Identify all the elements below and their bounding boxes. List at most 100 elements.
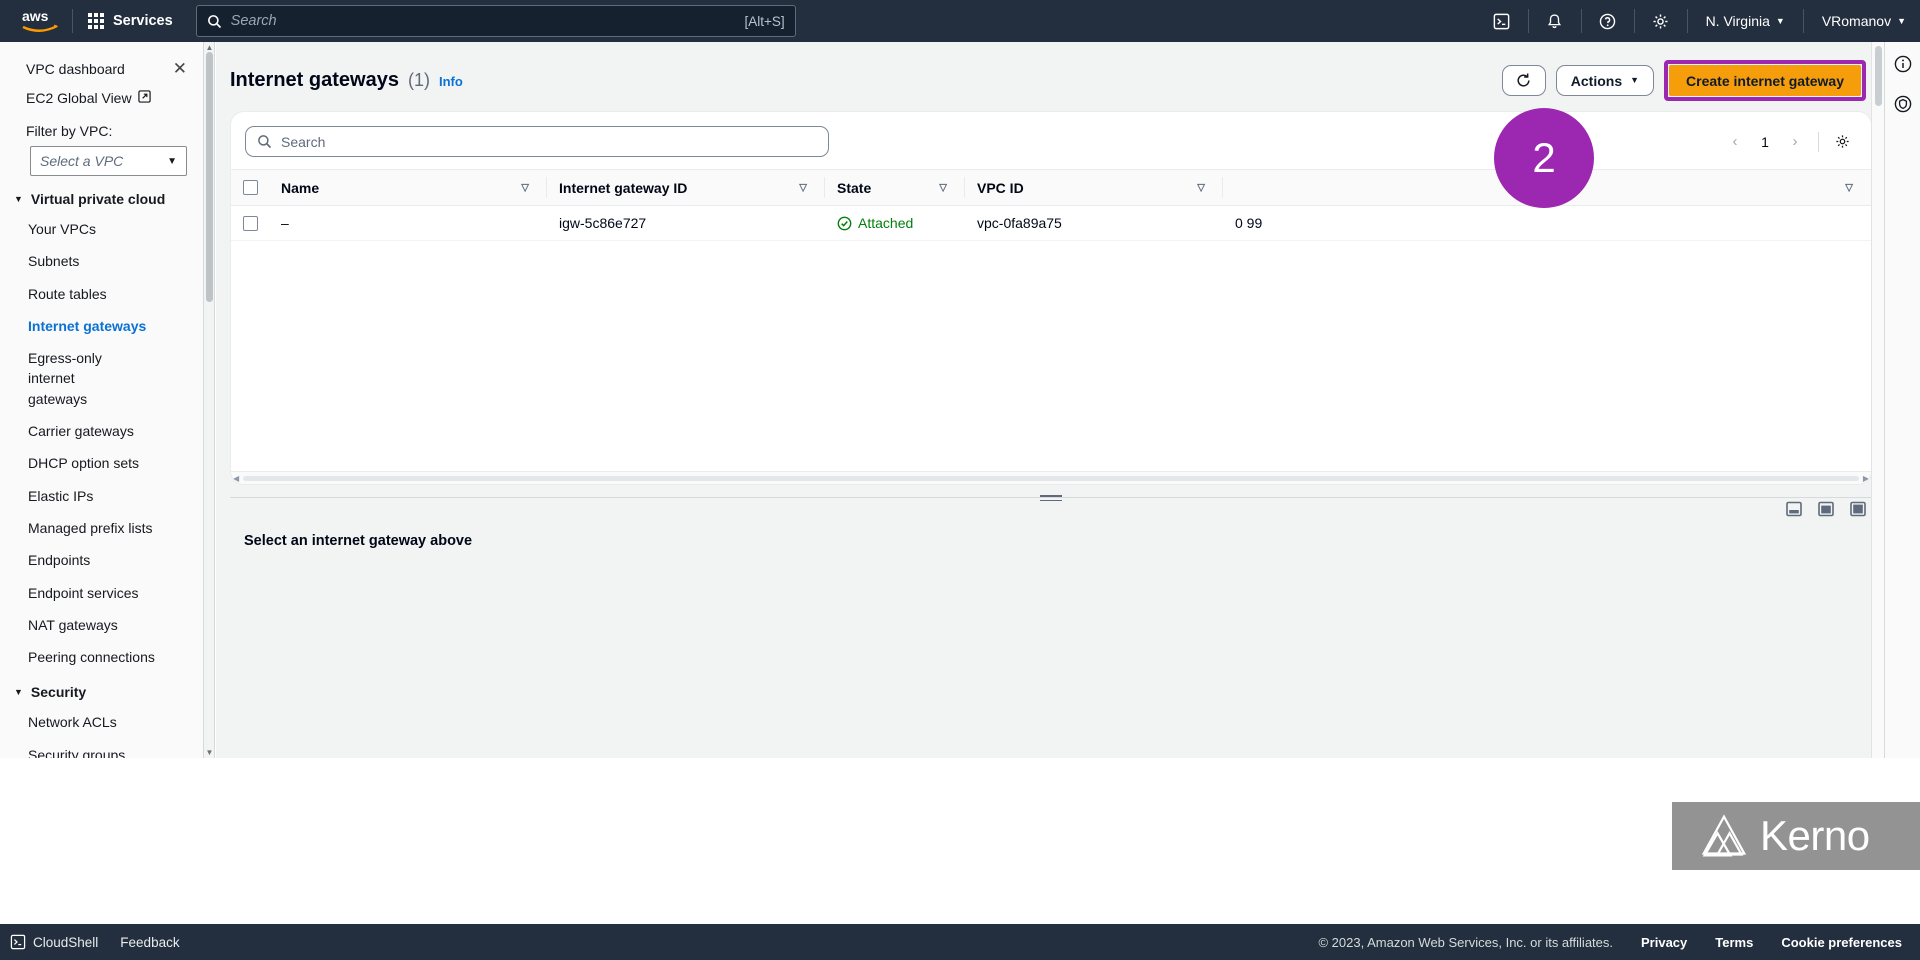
table-row[interactable]: – igw-5c86e727 Attached vpc-0fa89a75 0 9… [231, 205, 1871, 241]
table-horizontal-scrollbar[interactable]: ◀ ▶ [231, 471, 1871, 484]
scroll-down-icon[interactable]: ▼ [205, 748, 214, 757]
full-pane-icon[interactable] [1850, 501, 1866, 517]
sidebar-item-managed-prefix-lists[interactable]: Managed prefix lists [0, 512, 203, 544]
sidebar-item-network-acls[interactable]: Network ACLs [0, 706, 203, 738]
select-all-header [231, 169, 269, 206]
kerno-label: Kerno [1760, 812, 1870, 859]
pagination-page-1[interactable]: 1 [1752, 127, 1778, 157]
sidebar-item-elastic-ips[interactable]: Elastic IPs [0, 480, 203, 512]
main-content: Internet gateways (1) Info Actions ▼ Cre… [216, 42, 1884, 758]
vpc-filter-select[interactable]: Select a VPC ▼ [30, 146, 187, 176]
sort-icon[interactable]: ▽ [1197, 182, 1205, 193]
page-title-group: Internet gateways (1) Info [230, 69, 463, 92]
table-search-input[interactable] [281, 133, 817, 150]
info-link[interactable]: Info [439, 74, 463, 89]
sidebar-item-endpoints[interactable]: Endpoints [0, 544, 203, 576]
account-label: VRomanov [1821, 13, 1892, 29]
gear-icon[interactable] [1639, 0, 1683, 42]
table-header-row: Name ▽ Internet gateway ID ▽ State ▽ VPC… [231, 169, 1871, 206]
global-search-input[interactable] [230, 13, 736, 29]
bell-icon[interactable] [1533, 0, 1577, 42]
pagination-prev-button[interactable]: ‹ [1720, 127, 1750, 157]
global-search-box[interactable]: [Alt+S] [195, 5, 796, 37]
header-actions: Actions ▼ Create internet gateway [1501, 60, 1866, 101]
sidebar-item-route-tables[interactable]: Route tables [0, 278, 203, 310]
region-selector[interactable]: N. Virginia ▼ [1692, 0, 1799, 42]
copyright-text: © 2023, Amazon Web Services, Inc. or its… [1318, 934, 1613, 950]
shield-icon[interactable] [1889, 90, 1917, 118]
cell-vpc-id[interactable]: vpc-0fa89a75 [965, 205, 1223, 241]
cloudshell-icon[interactable] [1480, 0, 1524, 42]
sidebar-item-your-vpcs[interactable]: Your VPCs [0, 213, 203, 245]
row-checkbox[interactable] [243, 215, 258, 231]
cell-name: – [269, 205, 547, 241]
sidebar-group-virtual-private-cloud[interactable]: ▼ Virtual private cloud [0, 180, 203, 213]
split-panel-drag-handle[interactable] [1040, 493, 1062, 503]
sort-icon[interactable]: ▽ [939, 182, 947, 193]
sort-icon[interactable]: ▽ [1845, 182, 1853, 193]
refresh-button[interactable] [1501, 65, 1546, 96]
terms-link[interactable]: Terms [1715, 935, 1753, 950]
vpc-filter-placeholder: Select a VPC [40, 153, 124, 169]
chevron-down-icon: ▼ [14, 194, 23, 204]
services-menu-button[interactable]: Services [77, 6, 184, 36]
filter-by-vpc-label: Filter by VPC: [26, 123, 113, 139]
detail-placeholder-text: Select an internet gateway above [244, 533, 473, 549]
sidebar-item-vpc-dashboard[interactable]: VPC dashboard [26, 61, 125, 77]
sort-icon[interactable]: ▽ [799, 182, 807, 193]
nav-divider [1633, 9, 1635, 33]
sidebar-item-dhcp-option-sets[interactable]: DHCP option sets [0, 447, 203, 479]
table-filter-row: ‹ 1 › [231, 112, 1871, 169]
scroll-up-icon[interactable]: ▲ [205, 43, 214, 52]
nav-divider [72, 9, 73, 33]
scroll-right-icon[interactable]: ▶ [1863, 474, 1869, 483]
services-label: Services [113, 13, 173, 29]
sidebar-item-endpoint-services[interactable]: Endpoint services [0, 577, 203, 609]
question-icon[interactable] [1586, 0, 1630, 42]
sidebar-item-nat-gateways[interactable]: NAT gateways [0, 609, 203, 641]
info-circle-icon[interactable] [1889, 50, 1917, 78]
split-side-icon[interactable] [1818, 501, 1834, 517]
horizontal-scroll-track[interactable] [243, 475, 1859, 481]
vpc-sidebar: VPC dashboard ✕ EC2 Global View Filter b… [0, 42, 204, 758]
sidebar-item-peering-connections[interactable]: Peering connections [0, 641, 203, 673]
privacy-link[interactable]: Privacy [1641, 935, 1687, 950]
feedback-button[interactable]: Feedback [120, 935, 179, 950]
nav-divider [1527, 9, 1529, 33]
sidebar-group-security[interactable]: ▼ Security [0, 673, 203, 706]
state-label: Attached [858, 215, 914, 231]
chevron-down-icon: ▼ [1775, 15, 1785, 26]
footer-right-group: © 2023, Amazon Web Services, Inc. or its… [1318, 935, 1920, 950]
sidebar-item-ec2-global-view[interactable]: EC2 Global View [0, 81, 203, 115]
create-internet-gateway-button[interactable]: Create internet gateway [1669, 65, 1861, 96]
table-search-box[interactable] [245, 126, 829, 157]
cloudshell-icon [10, 934, 26, 950]
main-scrollbar[interactable] [1871, 42, 1884, 758]
actions-dropdown-button[interactable]: Actions ▼ [1555, 65, 1655, 96]
pagination-next-button[interactable]: › [1780, 127, 1810, 157]
close-icon[interactable]: ✕ [173, 60, 187, 77]
sort-icon[interactable]: ▽ [521, 182, 529, 193]
scroll-left-icon[interactable]: ◀ [233, 474, 239, 483]
select-all-checkbox[interactable] [243, 180, 258, 195]
top-navigation-bar: aws Services [Alt+S] [0, 0, 1920, 42]
cell-internet-gateway-id[interactable]: igw-5c86e727 [547, 205, 825, 241]
account-menu[interactable]: VRomanov ▼ [1808, 0, 1920, 42]
sidebar-item-egress-only-internet-gateways[interactable]: Egress-only internet gateways [0, 342, 203, 415]
sidebar-item-subnets[interactable]: Subnets [0, 245, 203, 277]
sidebar-scroll-thumb[interactable] [206, 52, 213, 302]
search-shortcut-hint: [Alt+S] [744, 13, 785, 29]
cloudshell-button[interactable]: CloudShell [10, 934, 98, 950]
sidebar-item-carrier-gateways[interactable]: Carrier gateways [0, 415, 203, 447]
sidebar-scrollbar[interactable]: ▲ ▼ [204, 42, 215, 758]
split-bottom-icon[interactable] [1786, 501, 1802, 517]
sidebar-item-internet-gateways[interactable]: Internet gateways [0, 310, 203, 342]
check-circle-icon [837, 216, 852, 230]
aws-logo[interactable]: aws [12, 8, 68, 34]
split-panel-divider[interactable] [230, 495, 1872, 517]
cookie-preferences-link[interactable]: Cookie preferences [1781, 935, 1902, 950]
sidebar-item-security-groups[interactable]: Security groups [0, 739, 203, 758]
kerno-watermark: Kerno [1672, 802, 1920, 870]
main-scroll-thumb[interactable] [1875, 46, 1882, 106]
table-preferences-button[interactable] [1827, 127, 1857, 157]
